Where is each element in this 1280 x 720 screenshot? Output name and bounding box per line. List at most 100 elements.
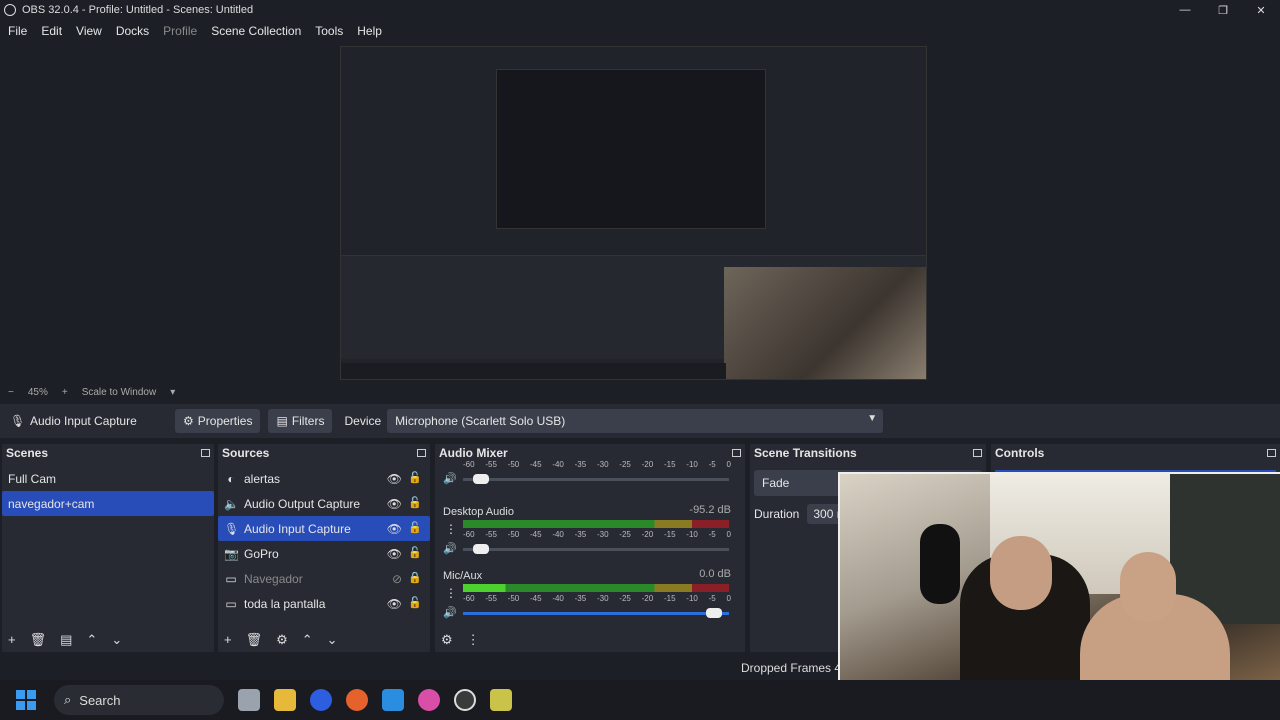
kebab-menu-icon[interactable]: ⋮ (467, 632, 480, 648)
maximize-button[interactable]: ❐ (1204, 0, 1242, 20)
move-up-icon[interactable]: ⌃ (86, 632, 97, 648)
source-item[interactable]: ◐ alertas 👁 🔓 (218, 466, 430, 491)
eye-icon[interactable]: 👁 (387, 597, 402, 611)
minimize-button[interactable]: — (1166, 0, 1204, 20)
lock-icon[interactable]: 🔓 (408, 546, 422, 559)
eye-icon[interactable]: 👁 (387, 497, 402, 511)
eye-icon[interactable]: 👁 (387, 472, 402, 486)
db-tick: -55 (485, 530, 497, 539)
source-item[interactable]: 🔈 Audio Output Capture 👁 🔓 (218, 491, 430, 516)
advanced-audio-icon[interactable]: ⚙ (441, 632, 453, 648)
kebab-menu-icon[interactable]: ⋮ (445, 522, 457, 536)
properties-button[interactable]: ⚙ Properties (175, 409, 261, 433)
zoom-in-button[interactable]: + (62, 387, 68, 398)
fader-knob[interactable] (473, 474, 489, 484)
volume-fader[interactable] (463, 474, 729, 484)
program-preview[interactable] (340, 46, 927, 380)
lock-icon[interactable]: 🔓 (408, 521, 422, 534)
db-tick: -45 (529, 594, 542, 603)
file-explorer-icon[interactable] (274, 689, 296, 711)
db-tick: -60 (463, 594, 475, 603)
lock-icon[interactable]: 🔓 (408, 596, 422, 609)
source-item[interactable]: ▭ toda la pantalla 👁 🔓 (218, 591, 430, 616)
firefox-icon[interactable] (346, 689, 368, 711)
scenes-title: Scenes (6, 446, 49, 460)
kebab-menu-icon[interactable]: ⋮ (445, 586, 457, 600)
chrome-canary-icon[interactable] (418, 689, 440, 711)
undock-icon[interactable] (201, 449, 210, 457)
microphone-icon: 🎙 (10, 414, 26, 428)
eye-icon[interactable]: 👁 (387, 522, 402, 536)
source-label: GoPro (244, 546, 279, 561)
taskbar-search[interactable]: ⌕ Search (54, 685, 224, 715)
db-tick: -35 (574, 594, 587, 603)
scenes-header: Scenes (2, 444, 214, 462)
trash-icon[interactable]: 🗑 (30, 632, 47, 648)
db-tick: -50 (507, 460, 520, 469)
db-tick: -55 (485, 460, 497, 469)
lock-closed-icon[interactable]: 🔒 (408, 571, 422, 584)
dropped-frames: Dropped Frames 4C (741, 661, 850, 675)
menu-tools[interactable]: Tools (311, 24, 347, 38)
undock-icon[interactable] (417, 449, 426, 457)
undock-icon[interactable] (732, 449, 741, 457)
chevron-down-icon[interactable]: ▾ (170, 387, 175, 398)
volume-icon[interactable]: 🔊 (443, 542, 457, 555)
source-item[interactable]: 📷 GoPro 👁 🔓 (218, 541, 430, 566)
add-icon[interactable]: + (8, 632, 16, 648)
fader-knob[interactable] (706, 608, 722, 618)
speaker-icon: 🔈 (224, 496, 239, 511)
add-icon[interactable]: + (224, 632, 232, 648)
lock-icon[interactable]: 🔓 (408, 471, 422, 484)
scene-item[interactable]: Full Cam (2, 466, 214, 491)
zoom-out-button[interactable]: − (8, 387, 14, 398)
menu-file[interactable]: File (4, 24, 31, 38)
scale-mode-label[interactable]: Scale to Window (82, 387, 156, 398)
move-down-icon[interactable]: ⌄ (327, 632, 338, 648)
eye-hidden-icon[interactable]: ⊘ (392, 572, 402, 586)
db-scale: -60 -55 -50 -45 -40 -35 -30 -25 -20 -15 -10 -5 0 (463, 460, 731, 469)
source-item[interactable]: 🎙 Audio Input Capture 👁 🔓 (218, 516, 430, 541)
source-item[interactable]: ▭ Navegador ⊘ 🔒 (218, 566, 430, 591)
trash-icon[interactable]: 🗑 (246, 632, 263, 648)
scene-item[interactable]: navegador+cam (2, 491, 214, 516)
device-value: Microphone (Scarlett Solo USB) (395, 414, 566, 428)
menu-profile[interactable]: Profile (159, 24, 201, 38)
source-label: toda la pantalla (244, 596, 326, 611)
volume-fader[interactable] (463, 544, 729, 554)
volume-icon[interactable]: 🔊 (443, 472, 457, 485)
notes-app-icon[interactable] (490, 689, 512, 711)
undock-icon[interactable] (973, 449, 982, 457)
menu-view[interactable]: View (72, 24, 106, 38)
fader-knob[interactable] (473, 544, 489, 554)
channel-name: Mic/Aux (443, 570, 483, 582)
obs-taskbar-icon[interactable] (454, 689, 476, 711)
device-select[interactable]: Microphone (Scarlett Solo USB) ▼ (387, 409, 884, 433)
gear-icon[interactable]: ⚙ (276, 632, 288, 648)
filters-button[interactable]: ▤ Filters (268, 409, 333, 433)
preview-area[interactable] (0, 42, 1280, 382)
volume-fader[interactable] (463, 608, 729, 618)
move-up-icon[interactable]: ⌃ (302, 632, 313, 648)
filter-icon[interactable]: ▤ (60, 632, 72, 648)
source-label: Audio Output Capture (244, 496, 361, 511)
eye-icon[interactable]: 👁 (387, 547, 402, 561)
menu-edit[interactable]: Edit (37, 24, 66, 38)
task-view-icon[interactable] (238, 689, 260, 711)
db-tick: -35 (574, 530, 587, 539)
move-down-icon[interactable]: ⌄ (111, 632, 122, 648)
sources-header: Sources (218, 444, 430, 462)
lock-icon[interactable]: 🔓 (408, 496, 422, 509)
chevron-down-icon: ▼ (867, 413, 878, 424)
menu-scene-collection[interactable]: Scene Collection (207, 24, 305, 38)
mixer-channel-mic-aux: Mic/Aux 0.0 dB ⋮ -60 -55 -50 -45 -40 -35 -30 -2… (443, 568, 737, 632)
undock-icon[interactable] (1267, 449, 1276, 457)
close-button[interactable]: ✕ (1242, 0, 1280, 20)
zoom-app-icon[interactable] (310, 689, 332, 711)
menu-help[interactable]: Help (353, 24, 386, 38)
vscode-icon[interactable] (382, 689, 404, 711)
filter-icon: ▤ (276, 414, 288, 428)
windows-start-icon[interactable] (16, 690, 36, 710)
volume-icon[interactable]: 🔊 (443, 606, 457, 619)
menu-docks[interactable]: Docks (112, 24, 153, 38)
